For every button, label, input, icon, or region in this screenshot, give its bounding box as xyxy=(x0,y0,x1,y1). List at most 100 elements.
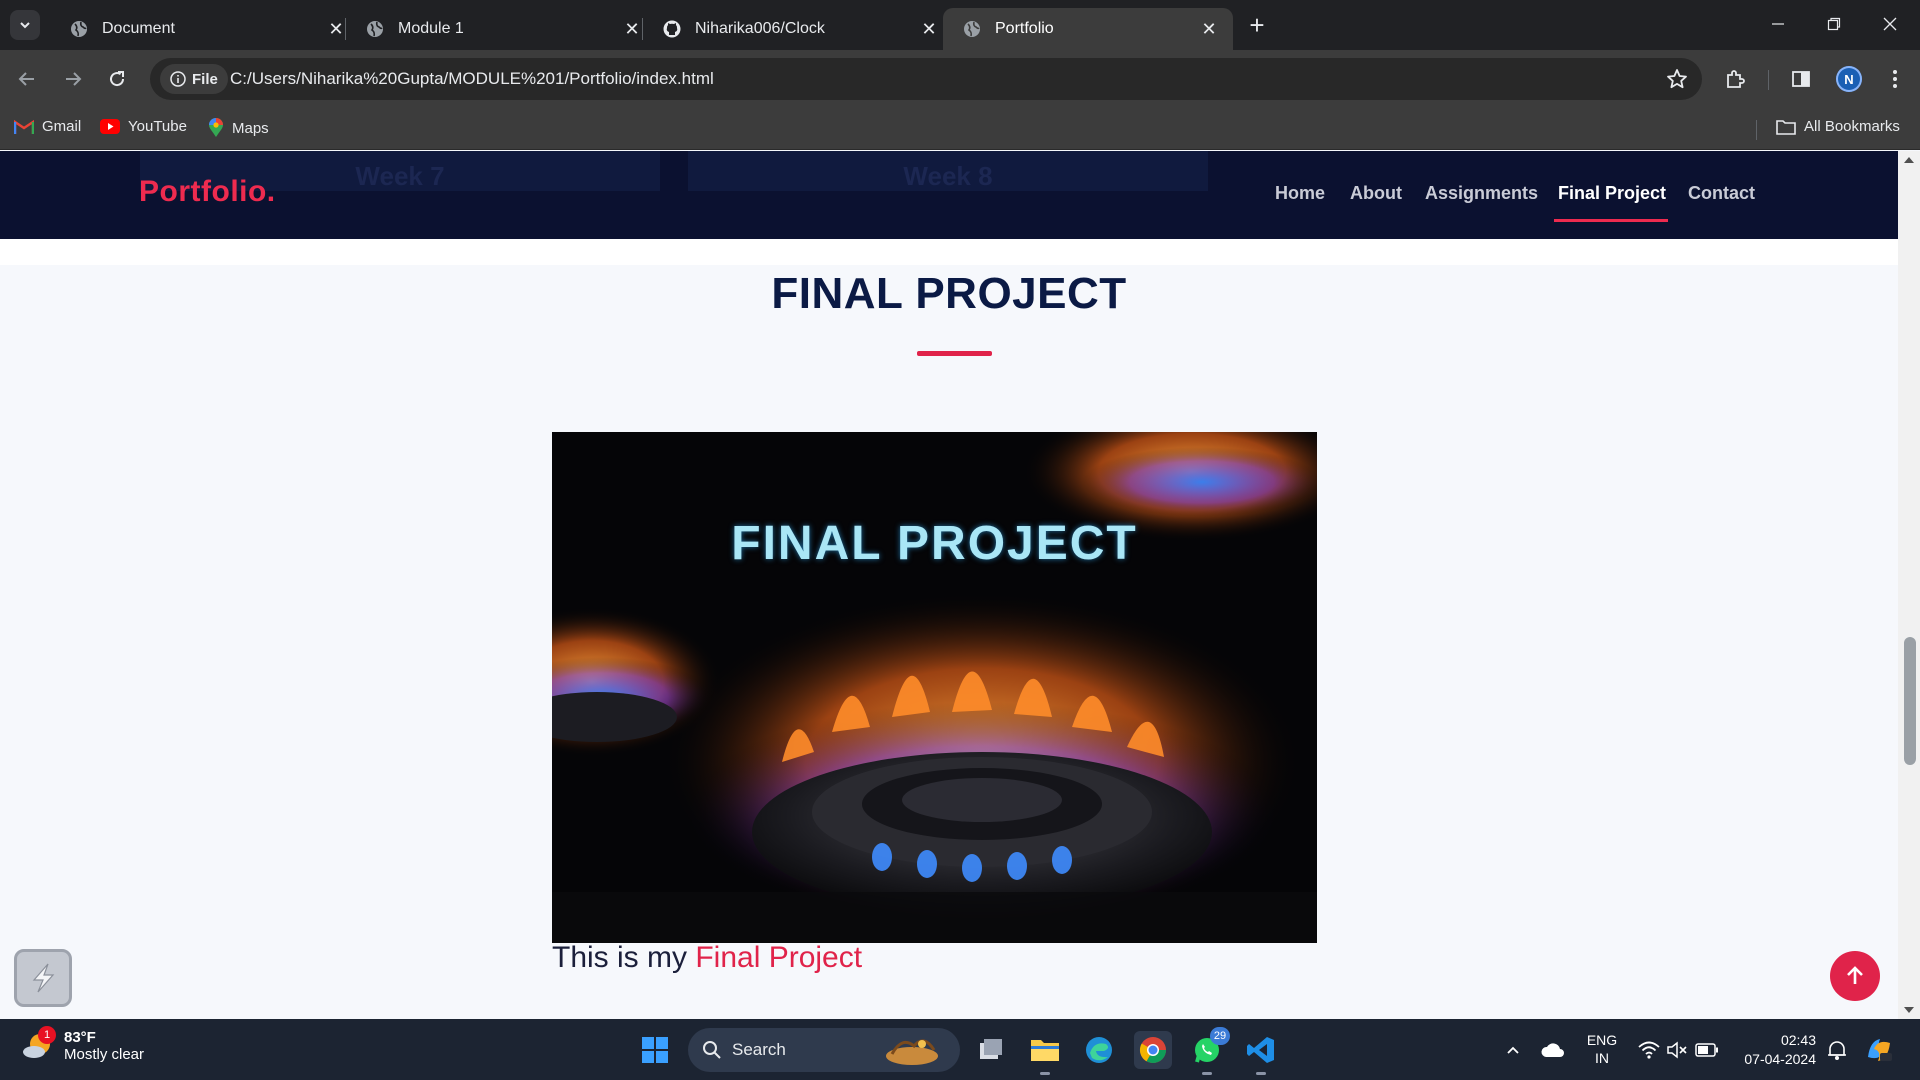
chevron-up-icon xyxy=(1507,1046,1519,1054)
weather-temp: 83°F xyxy=(64,1029,96,1046)
floating-widget-button[interactable] xyxy=(14,949,72,1007)
bookmark-gmail[interactable]: Gmail xyxy=(14,118,81,135)
tab-github-clock[interactable]: Niharika006/Clock ✕ xyxy=(643,8,953,50)
taskbar-whatsapp[interactable]: 29 xyxy=(1188,1027,1230,1075)
tab-module-1[interactable]: Module 1 ✕ xyxy=(346,8,656,50)
all-bookmarks-button[interactable]: All Bookmarks xyxy=(1776,118,1900,135)
task-view-button[interactable] xyxy=(972,1031,1010,1069)
bookmarks-bar: Gmail YouTube Maps All Bookmarks xyxy=(0,108,1920,150)
image-caption: FINAL PROJECT xyxy=(731,517,1138,570)
notifications-button[interactable] xyxy=(1818,1031,1856,1069)
restore-button[interactable] xyxy=(1806,0,1862,48)
bookmark-youtube[interactable]: YouTube xyxy=(100,118,187,135)
taskbar-chrome[interactable] xyxy=(1134,1031,1172,1069)
tab-document[interactable]: Document ✕ xyxy=(50,8,360,50)
arrow-left-icon xyxy=(18,72,34,86)
back-to-top-button[interactable] xyxy=(1830,951,1880,1001)
address-bar[interactable]: File C:/Users/Niharika%20Gupta/MODULE%20… xyxy=(150,58,1702,100)
nav-about[interactable]: About xyxy=(1350,183,1402,204)
url-text[interactable]: C:/Users/Niharika%20Gupta/MODULE%201/Por… xyxy=(230,69,714,89)
close-icon[interactable]: ✕ xyxy=(919,19,939,39)
ghost-week-card: Week 8 xyxy=(688,151,1208,191)
weather-widget[interactable]: 1 83°F Mostly clear xyxy=(22,1026,145,1063)
nav-final-project[interactable]: Final Project xyxy=(1558,183,1666,204)
nav-home[interactable]: Home xyxy=(1275,183,1325,204)
minimize-icon xyxy=(1772,23,1784,25)
copilot-button[interactable] xyxy=(1860,1031,1898,1069)
browser-menu-button[interactable] xyxy=(1880,64,1910,94)
bookmark-maps[interactable]: Maps xyxy=(208,118,269,138)
clock-date: 07-04-2024 xyxy=(1744,1051,1816,1067)
tab-strip: Document ✕ Module 1 ✕ Niharika006/Clock … xyxy=(0,0,1920,50)
extensions-button[interactable] xyxy=(1720,64,1750,94)
edge-icon xyxy=(1086,1037,1112,1063)
tray-overflow-button[interactable] xyxy=(1494,1031,1532,1069)
close-window-button[interactable] xyxy=(1862,0,1918,48)
project-description: This is my Final Project xyxy=(552,941,862,975)
scroll-down-arrow[interactable] xyxy=(1904,1007,1914,1013)
battery-icon xyxy=(1695,1043,1718,1057)
scheme-label: File xyxy=(192,70,218,88)
side-panel-button[interactable] xyxy=(1786,64,1816,94)
tab-title: Niharika006/Clock xyxy=(695,20,825,37)
lightning-icon xyxy=(32,963,55,993)
github-icon xyxy=(663,20,681,38)
close-icon[interactable]: ✕ xyxy=(326,19,346,39)
battery-button[interactable] xyxy=(1688,1031,1726,1069)
star-icon xyxy=(1667,69,1687,89)
search-highlight-icon xyxy=(886,1039,938,1065)
minimize-button[interactable] xyxy=(1750,0,1806,48)
back-button[interactable] xyxy=(12,64,42,94)
site-logo[interactable]: Portfolio. xyxy=(139,175,276,209)
forward-button[interactable] xyxy=(58,64,88,94)
description-prefix: This is my xyxy=(552,941,687,974)
kebab-menu-icon xyxy=(1893,70,1897,88)
taskbar-vscode[interactable] xyxy=(1242,1031,1280,1075)
tab-search-button[interactable] xyxy=(10,10,40,40)
reload-icon xyxy=(110,71,125,87)
taskbar-file-explorer[interactable] xyxy=(1026,1031,1064,1075)
taskbar-edge[interactable] xyxy=(1080,1031,1118,1069)
new-tab-button[interactable]: + xyxy=(1243,12,1271,40)
site-info-chip[interactable]: File xyxy=(160,64,228,94)
bell-settings-icon xyxy=(1828,1041,1846,1060)
close-icon[interactable]: ✕ xyxy=(1199,19,1219,39)
side-panel-icon xyxy=(1792,71,1810,87)
onedrive-button[interactable] xyxy=(1534,1031,1572,1069)
start-button[interactable] xyxy=(636,1031,674,1069)
language-bottom: IN xyxy=(1595,1050,1609,1066)
reload-button[interactable] xyxy=(102,64,132,94)
whatsapp-badge: 29 xyxy=(1210,1027,1230,1045)
volume-muted-icon xyxy=(1667,1041,1687,1059)
scrollbar-thumb[interactable] xyxy=(1904,637,1916,765)
search-icon xyxy=(703,1041,721,1059)
puzzle-icon xyxy=(1727,70,1745,88)
gmail-icon xyxy=(14,119,34,134)
system-clock[interactable]: 02:43 07-04-2024 xyxy=(1736,1031,1816,1069)
nav-assignments[interactable]: Assignments xyxy=(1425,183,1538,204)
tab-title: Portfolio xyxy=(995,20,1054,37)
tab-title: Document xyxy=(102,20,175,37)
info-icon xyxy=(170,71,186,87)
page-scrollbar[interactable] xyxy=(1898,151,1920,1019)
language-indicator[interactable]: ENG IN xyxy=(1580,1031,1624,1067)
nav-contact[interactable]: Contact xyxy=(1688,183,1755,204)
description-highlight[interactable]: Final Project xyxy=(695,941,862,974)
active-nav-underline xyxy=(1554,219,1668,222)
site-navbar: Week 7 Week 8 Portfolio. Home About Assi… xyxy=(0,151,1898,239)
windows-icon xyxy=(642,1037,668,1063)
close-icon[interactable]: ✕ xyxy=(622,19,642,39)
weather-badge: 1 xyxy=(38,1026,56,1044)
taskbar-search[interactable]: Search xyxy=(688,1028,960,1072)
globe-icon xyxy=(964,21,980,37)
tab-title: Module 1 xyxy=(398,20,464,37)
all-bookmarks-label: All Bookmarks xyxy=(1804,118,1900,135)
youtube-icon xyxy=(100,119,120,134)
tab-portfolio[interactable]: Portfolio ✕ xyxy=(943,8,1233,50)
wifi-icon xyxy=(1638,1041,1660,1059)
scroll-up-arrow[interactable] xyxy=(1904,157,1914,163)
task-view-icon xyxy=(980,1039,1002,1059)
bookmark-star-button[interactable] xyxy=(1666,68,1688,95)
profile-avatar[interactable]: N xyxy=(1836,66,1862,92)
weather-desc: Mostly clear xyxy=(64,1046,145,1063)
